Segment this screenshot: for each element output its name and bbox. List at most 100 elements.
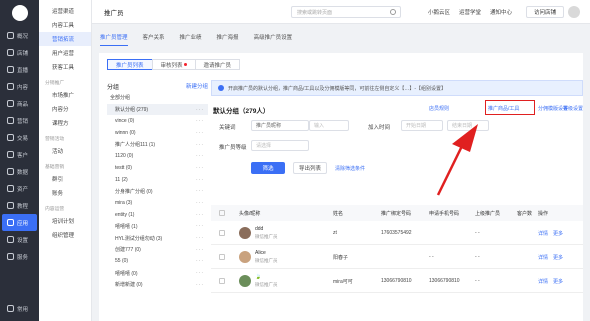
group-item[interactable]: winnn (0) ··· [107, 127, 208, 139]
top-link-notice[interactable]: 通知中心 [490, 8, 512, 16]
sidebar-item-4[interactable]: 商品 [0, 95, 39, 112]
sidebar-item-0[interactable]: 概况 [0, 27, 39, 44]
subnav-item-content-dist[interactable]: 内容分 [39, 102, 91, 116]
more-icon[interactable]: ··· [196, 142, 204, 148]
date-end-input[interactable]: 结束日期 [447, 120, 489, 131]
tab-advanced-settings[interactable]: 高级推广员设置 [254, 33, 293, 45]
more-icon[interactable]: ··· [196, 130, 204, 136]
more-link[interactable]: 更多 [553, 230, 563, 237]
sidebar-item-2[interactable]: 直播 [0, 61, 39, 78]
group-item[interactable]: HYL测试分组勿动 (3) ··· [107, 232, 208, 244]
more-icon[interactable]: ··· [196, 200, 204, 206]
detail-link[interactable]: 详情 [538, 278, 548, 285]
tab-review-list[interactable]: 审核列表 [151, 59, 196, 70]
subnav-item-org[interactable]: 组织管理 [39, 228, 91, 242]
group-item[interactable]: 嘻嘻嘻 (0) ··· [107, 267, 208, 279]
select-all-checkbox[interactable] [219, 210, 225, 216]
detail-link[interactable]: 详情 [538, 254, 548, 261]
promoter-sub: 微信推广员 [255, 282, 278, 287]
subnav-item-group[interactable]: 群引 [39, 172, 91, 186]
sidebar-item-7[interactable]: 客户 [0, 146, 39, 163]
keyword-input[interactable]: 输入 [309, 120, 349, 131]
subnav-item-course[interactable]: 课程方 [39, 116, 91, 130]
more-icon[interactable]: ··· [196, 258, 204, 264]
more-icon[interactable]: ··· [196, 165, 204, 171]
filter-button[interactable]: 筛选 [251, 162, 285, 174]
subnav-item-channel[interactable]: 运营渠道 [39, 4, 91, 18]
group-item[interactable]: 创建777 (0) ··· [107, 244, 208, 256]
store-rules-link[interactable]: 店员规则 [429, 105, 449, 112]
group-item[interactable]: mira (3) ··· [107, 197, 208, 209]
group-item[interactable]: 1120 (0) ··· [107, 150, 208, 162]
group-item[interactable]: 新增新建 (0) ··· [107, 279, 208, 291]
more-icon[interactable]: ··· [196, 212, 204, 218]
more-icon[interactable]: ··· [196, 177, 204, 183]
level-settings-link[interactable]: 等级设置 [563, 105, 583, 112]
subnav-item-acquire[interactable]: 获客工具 [39, 60, 91, 74]
sidebar-item-common[interactable]: 常用 [0, 300, 39, 317]
sidebar-item-13[interactable]: 服务 [0, 248, 39, 265]
subnav-item-user-ops[interactable]: 用户运营 [39, 46, 91, 60]
subnav-item-account[interactable]: 账务 [39, 186, 91, 200]
more-icon[interactable]: ··· [196, 223, 204, 229]
sidebar-item-10[interactable]: 教程 [0, 197, 39, 214]
tab-promoter-list[interactable]: 推广员列表 [107, 59, 153, 70]
visit-store-button[interactable]: 访问店铺 [526, 6, 564, 18]
row-checkbox[interactable] [219, 278, 225, 284]
sidebar-item-11[interactable]: 应用 [2, 214, 37, 231]
row-checkbox[interactable] [219, 230, 225, 236]
top-link-school[interactable]: 运营学堂 [459, 8, 481, 16]
group-item[interactable]: entity (1) ··· [107, 209, 208, 221]
top-link-community[interactable]: 小鹅云区 [428, 8, 450, 16]
subnav-group-label: 分销推广 [45, 81, 65, 86]
export-button[interactable]: 导出列表 [293, 162, 327, 174]
clear-filter-link[interactable]: 清除筛选条件 [335, 165, 365, 172]
sidebar-item-3[interactable]: 内容 [0, 78, 39, 95]
subnav-item-training[interactable]: 培训计划 [39, 214, 91, 228]
date-start-input[interactable]: 开始日期 [401, 120, 443, 131]
more-icon[interactable]: ··· [196, 270, 204, 276]
more-icon[interactable]: ··· [196, 107, 204, 113]
sidebar-item-5[interactable]: 营销 [0, 112, 39, 129]
keyword-type-select[interactable]: 推广员昵称 [251, 120, 309, 131]
group-item[interactable]: 11 (2) ··· [107, 174, 208, 186]
more-icon[interactable]: ··· [196, 235, 204, 241]
more-icon[interactable]: ··· [196, 247, 204, 253]
subnav-item-marketing[interactable]: 营销拓流 [39, 32, 91, 46]
group-item[interactable]: vince (0) ··· [107, 115, 208, 127]
sidebar-item-9[interactable]: 资产 [0, 180, 39, 197]
goods-icon [7, 100, 14, 107]
sidebar-item-6[interactable]: 交易 [0, 129, 39, 146]
user-avatar[interactable] [568, 6, 580, 18]
group-item[interactable]: 默认分组 (279) ··· [107, 103, 208, 116]
more-icon[interactable]: ··· [196, 282, 204, 288]
tab-poster[interactable]: 推广海报 [217, 33, 239, 45]
row-checkbox[interactable] [219, 254, 225, 260]
search-input[interactable]: 搜索或跳转页面 [291, 6, 401, 18]
sidebar-item-12[interactable]: 设置 [0, 231, 39, 248]
more-icon[interactable]: ··· [196, 118, 204, 124]
group-item[interactable]: 嘻嘻嘻 (1) ··· [107, 221, 208, 233]
tab-invite[interactable]: 邀请推广员 [194, 59, 241, 70]
more-link[interactable]: 更多 [553, 254, 563, 261]
more-icon[interactable]: ··· [196, 188, 204, 194]
level-select[interactable]: 请选择 [251, 140, 309, 151]
tab-customer-relation[interactable]: 客户关系 [143, 33, 165, 45]
tab-promoter-manage[interactable]: 推广员管理 [100, 33, 128, 46]
subnav-item-activity[interactable]: 活动 [39, 144, 91, 158]
group-item[interactable]: testt (0) ··· [107, 162, 208, 174]
group-item[interactable]: 分身推广分组 (0) ··· [107, 186, 208, 198]
group-item[interactable]: 55 (0) ··· [107, 256, 208, 268]
group-item[interactable]: 全部分组 [107, 92, 208, 104]
tab-performance[interactable]: 推广业绩 [180, 33, 202, 45]
new-group-link[interactable]: 新建分组 [186, 82, 208, 90]
subnav-item-promotion[interactable]: 市场推广 [39, 88, 91, 102]
group-item[interactable]: 推广人分组111 (1) ··· [107, 139, 208, 151]
highlight-box [485, 100, 535, 115]
more-icon[interactable]: ··· [196, 153, 204, 159]
more-link[interactable]: 更多 [553, 278, 563, 285]
sidebar-item-8[interactable]: 数据 [0, 163, 39, 180]
subnav-item-content-tools[interactable]: 内容工具 [39, 18, 91, 32]
detail-link[interactable]: 详情 [538, 230, 548, 237]
sidebar-item-1[interactable]: 店铺 [0, 44, 39, 61]
